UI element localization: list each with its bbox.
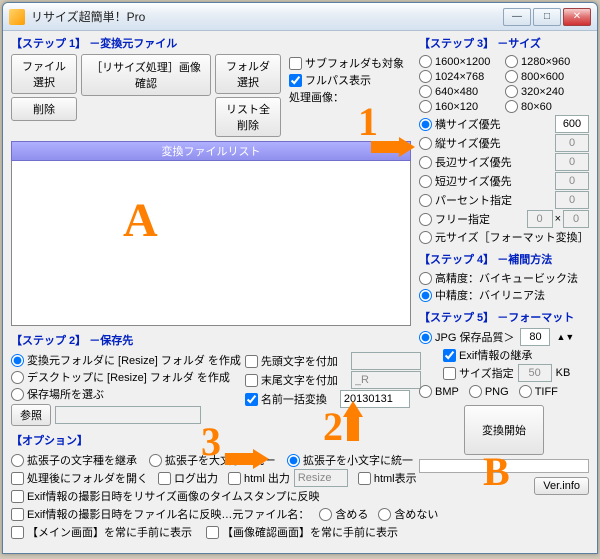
original-size-radio[interactable]: 元サイズ［フォーマット変換］ — [419, 229, 589, 245]
short-side-input[interactable] — [555, 172, 589, 190]
size-800x600[interactable]: 800×600 — [505, 70, 589, 83]
exclude-radio[interactable]: 含めない — [378, 506, 438, 522]
folder-select-button[interactable]: フォルダ選択 — [215, 54, 281, 94]
free-size-radio[interactable]: フリー指定 — [419, 211, 490, 227]
version-button[interactable]: Ver.info — [534, 477, 589, 495]
bilinear-radio[interactable]: 中精度：バイリニア法 — [419, 287, 589, 303]
convert-start-button[interactable]: 変換開始 — [464, 405, 544, 455]
app-icon — [9, 9, 25, 25]
resize-preview-button[interactable]: ［リサイズ処理］画像確認 — [81, 54, 211, 96]
file-list-header: 変換ファイルリスト — [11, 141, 411, 161]
size-spec-checkbox[interactable]: サイズ指定 — [443, 365, 514, 381]
exif-inherit-checkbox[interactable]: Exif情報の継承 — [443, 347, 589, 363]
minimize-button[interactable]: ― — [503, 8, 531, 26]
step3-title: 【ステップ 3】 －サイズ — [419, 35, 589, 51]
preview-always-top-checkbox[interactable]: 【画像確認画面】を常に手前に表示 — [206, 524, 398, 540]
rename-checkbox[interactable]: 名前一括変換 — [245, 390, 421, 408]
rename-input[interactable] — [340, 390, 410, 408]
options-group: 【オプション】 拡張子の文字種を継承 拡張子を大文字に統一 拡張子を小文字に統一… — [11, 432, 411, 541]
step5-title: 【ステップ 5】 －フォーマット — [419, 309, 589, 325]
include-radio[interactable]: 含める — [319, 506, 368, 522]
exif-filename-checkbox[interactable]: Exif情報の撮影日時をファイル名に反映…元ファイル名： — [11, 506, 309, 522]
bicubic-radio[interactable]: 高精度：バイキュービック法 — [419, 270, 589, 286]
bmp-radio[interactable]: BMP — [419, 385, 459, 398]
percent-radio[interactable]: パーセント指定 — [419, 192, 512, 208]
file-list[interactable] — [11, 161, 411, 326]
window-title: リサイズ超簡単！Pro — [31, 8, 503, 25]
maximize-button[interactable]: □ — [533, 8, 561, 26]
options-title: 【オプション】 — [11, 432, 411, 448]
size-640x480[interactable]: 640×480 — [419, 85, 503, 98]
height-priority-input[interactable] — [555, 134, 589, 152]
free-width-input[interactable] — [527, 210, 553, 228]
html-out-checkbox[interactable]: html 出力 — [228, 470, 290, 486]
size-1600x1200[interactable]: 1600×1200 — [419, 55, 503, 68]
free-height-input[interactable] — [563, 210, 589, 228]
html-name-input[interactable] — [294, 469, 348, 487]
width-priority-radio[interactable]: 横サイズ優先 — [419, 116, 501, 132]
ext-upper-radio[interactable]: 拡張子を大文字に統一 — [149, 452, 275, 468]
step2-title: 【ステップ 2】 －保存先 — [11, 332, 411, 348]
save-path-input[interactable] — [55, 406, 201, 424]
width-priority-input[interactable] — [555, 115, 589, 133]
ext-inherit-radio[interactable]: 拡張子の文字種を継承 — [11, 452, 137, 468]
exif-timestamp-checkbox[interactable]: Exif情報の撮影日時をリサイズ画像のタイムスタンプに反映 — [11, 488, 411, 504]
progress-bar — [419, 459, 589, 473]
save-loc-resize-folder[interactable]: 変換元フォルダに [Resize] フォルダ を作成 — [11, 352, 241, 368]
prefix-checkbox[interactable]: 先頭文字を付加 — [245, 352, 421, 370]
titlebar[interactable]: リサイズ超簡単！Pro ― □ ✕ — [3, 3, 597, 31]
height-priority-radio[interactable]: 縦サイズ優先 — [419, 135, 501, 151]
suffix-checkbox[interactable]: 末尾文字を付加 — [245, 371, 421, 389]
subfolder-checkbox[interactable]: サブフォルダも対象 — [289, 55, 404, 71]
main-always-top-checkbox[interactable]: 【メイン画面】を常に手前に表示 — [11, 524, 192, 540]
open-folder-checkbox[interactable]: 処理後にフォルダを開く — [11, 470, 148, 486]
long-side-radio[interactable]: 長辺サイズ優先 — [419, 154, 512, 170]
proc-image-label: 処理画像： — [289, 89, 404, 105]
size-320x240[interactable]: 320×240 — [505, 85, 589, 98]
ext-lower-radio[interactable]: 拡張子を小文字に統一 — [287, 452, 413, 468]
suffix-input[interactable] — [351, 371, 421, 389]
short-side-radio[interactable]: 短辺サイズ優先 — [419, 173, 512, 189]
step3-group: 【ステップ 3】 －サイズ 1600×1200 1280×960 1024×76… — [419, 35, 589, 245]
percent-input[interactable] — [555, 191, 589, 209]
step4-group: 【ステップ 4】 －補間方法 高精度：バイキュービック法 中精度：バイリニア法 — [419, 251, 589, 303]
step1-title: 【ステップ 1】 －変換元ファイル — [11, 35, 411, 51]
browse-button[interactable]: 参照 — [11, 404, 51, 426]
size-80x60[interactable]: 80×60 — [505, 100, 589, 113]
prefix-input[interactable] — [351, 352, 421, 370]
app-window: リサイズ超簡単！Pro ― □ ✕ 【ステップ 1】 －変換元ファイル ファイル… — [2, 2, 598, 554]
long-side-input[interactable] — [555, 153, 589, 171]
close-button[interactable]: ✕ — [563, 8, 591, 26]
html-show-checkbox[interactable]: html表示 — [358, 470, 417, 486]
save-loc-choose[interactable]: 保存場所を選ぶ — [11, 386, 241, 402]
jpg-radio[interactable]: JPG 保存品質＞ — [419, 329, 514, 345]
file-select-button[interactable]: ファイル選択 — [11, 54, 77, 94]
size-160x120[interactable]: 160×120 — [419, 100, 503, 113]
log-checkbox[interactable]: ログ出力 — [158, 470, 218, 486]
size-1280x960[interactable]: 1280×960 — [505, 55, 589, 68]
step1-group: 【ステップ 1】 －変換元ファイル ファイル選択 削除 ［リサイズ処理］画像確認… — [11, 35, 411, 326]
size-1024x768[interactable]: 1024×768 — [419, 70, 503, 83]
save-loc-desktop[interactable]: デスクトップに [Resize] フォルダ を作成 — [11, 369, 241, 385]
png-radio[interactable]: PNG — [469, 385, 509, 398]
jpg-quality-input[interactable] — [520, 328, 550, 346]
delete-all-button[interactable]: リスト全削除 — [215, 97, 281, 137]
tiff-radio[interactable]: TIFF — [519, 385, 558, 398]
size-spec-input[interactable] — [518, 364, 552, 382]
fullpath-checkbox[interactable]: フルパス表示 — [289, 72, 404, 88]
step4-title: 【ステップ 4】 －補間方法 — [419, 251, 589, 267]
delete-button[interactable]: 削除 — [11, 97, 77, 121]
step5-group: 【ステップ 5】 －フォーマット JPG 保存品質＞▲▼ Exif情報の継承 サ… — [419, 309, 589, 473]
step2-group: 【ステップ 2】 －保存先 変換元フォルダに [Resize] フォルダ を作成… — [11, 332, 411, 426]
